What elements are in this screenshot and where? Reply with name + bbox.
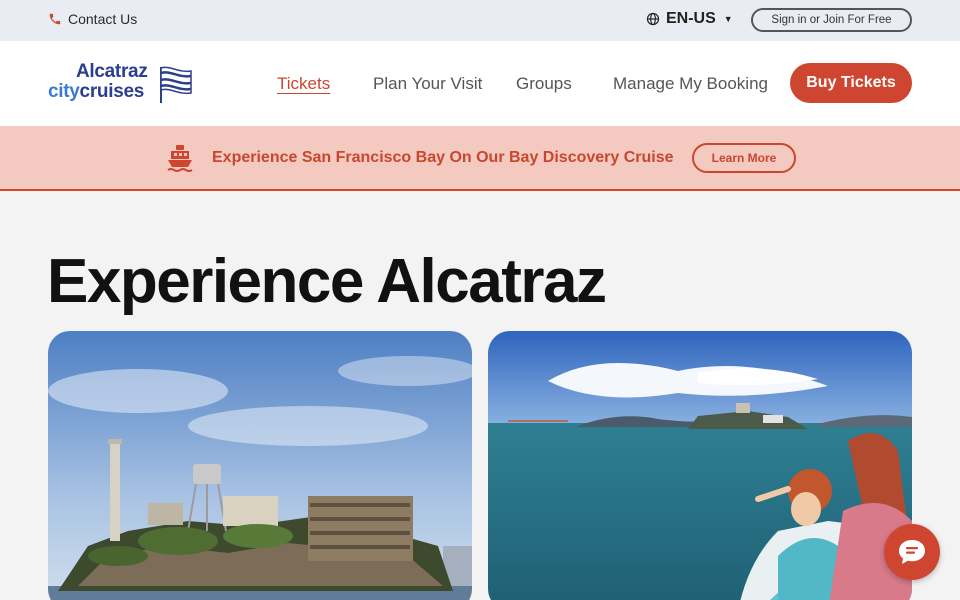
contact-us-link[interactable]: Contact Us [48,11,137,27]
nav-tickets[interactable]: Tickets [277,74,330,94]
nav-plan-your-visit[interactable]: Plan Your Visit [373,74,482,94]
globe-icon [646,12,660,26]
chevron-down-icon: ▼ [723,14,733,24]
ship-icon [167,145,193,172]
learn-more-button[interactable]: Learn More [692,143,796,173]
nav-groups[interactable]: Groups [516,74,572,94]
flag-icon [160,66,192,103]
promo-banner: Experience San Francisco Bay On Our Bay … [0,126,960,191]
buy-tickets-button[interactable]: Buy Tickets [790,63,912,103]
bay-view-image [488,331,912,600]
promo-text: Experience San Francisco Bay On Our Bay … [212,149,674,166]
main-header: Alcatraz citycruises Tickets Plan Your V… [0,41,960,126]
logo-text-alcatraz: Alcatraz [76,61,148,82]
nav-manage-my-booking[interactable]: Manage My Booking [613,74,768,94]
page-title: Experience Alcatraz [47,247,607,316]
chat-button[interactable] [884,524,940,580]
experience-card-island[interactable] [48,331,472,600]
signin-button[interactable]: Sign in or Join For Free [751,8,912,32]
chat-icon [899,540,925,564]
utility-bar: Contact Us EN-US ▼ Sign in or Join For F… [0,0,960,41]
language-value: EN-US [666,10,716,27]
logo-text-citycruises: citycruises [48,81,144,102]
site-logo[interactable]: Alcatraz citycruises [48,61,198,107]
alcatraz-island-image [48,331,472,600]
phone-icon [49,13,61,25]
language-selector[interactable]: EN-US ▼ [646,10,733,28]
experience-card-bay[interactable] [488,331,912,600]
contact-us-label: Contact Us [68,11,138,27]
